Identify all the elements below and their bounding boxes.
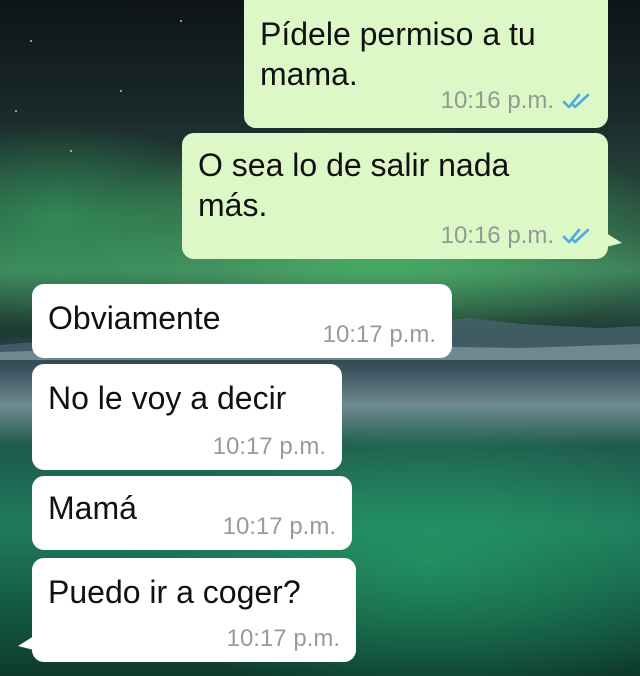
message-time: 10:17 p.m. [226, 625, 340, 652]
message-meta: 10:17 p.m. [213, 434, 326, 460]
double-check-icon [562, 228, 590, 244]
message-meta: 10:17 p.m. [323, 322, 436, 348]
message-time: 10:17 p.m. [212, 433, 326, 460]
message-text: No le voy a decir [48, 380, 287, 416]
message-time: 10:16 p.m. [440, 87, 554, 114]
message-meta: 10:16 p.m. [441, 223, 592, 249]
wallpaper-star [70, 150, 72, 152]
wallpaper-star [15, 110, 17, 112]
message-bubble-outgoing[interactable]: Pídele permiso a tu mama. 10:16 p.m. [244, 0, 608, 128]
message-bubble-incoming[interactable]: Obviamente 10:17 p.m. [32, 284, 452, 358]
double-check-icon [562, 93, 590, 109]
wallpaper-star [30, 40, 32, 42]
message-time: 10:16 p.m. [440, 222, 554, 249]
message-bubble-incoming[interactable]: Puedo ir a coger? 10:17 p.m. [18, 558, 356, 662]
message-meta: 10:17 p.m. [227, 626, 340, 652]
message-time: 10:17 p.m. [322, 321, 436, 348]
bubble-tail [18, 636, 34, 650]
bubble-tail [606, 233, 622, 247]
message-bubble-incoming[interactable]: Mamá 10:17 p.m. [32, 476, 352, 550]
message-text: Puedo ir a coger? [48, 574, 301, 610]
chat-screen: Pídele permiso a tu mama. 10:16 p.m. O s… [0, 0, 640, 676]
message-bubble-incoming[interactable]: No le voy a decir 10:17 p.m. [32, 364, 342, 470]
wallpaper-star [120, 90, 122, 92]
message-meta: 10:17 p.m. [223, 514, 336, 540]
message-time: 10:17 p.m. [222, 513, 336, 540]
message-bubble-outgoing[interactable]: O sea lo de salir nada más. 10:16 p.m. [182, 133, 622, 259]
message-text: O sea lo de salir nada más. [198, 147, 510, 223]
message-text: Pídele permiso a tu mama. [260, 16, 536, 92]
wallpaper-star [180, 20, 182, 22]
message-meta: 10:16 p.m. [441, 88, 592, 114]
